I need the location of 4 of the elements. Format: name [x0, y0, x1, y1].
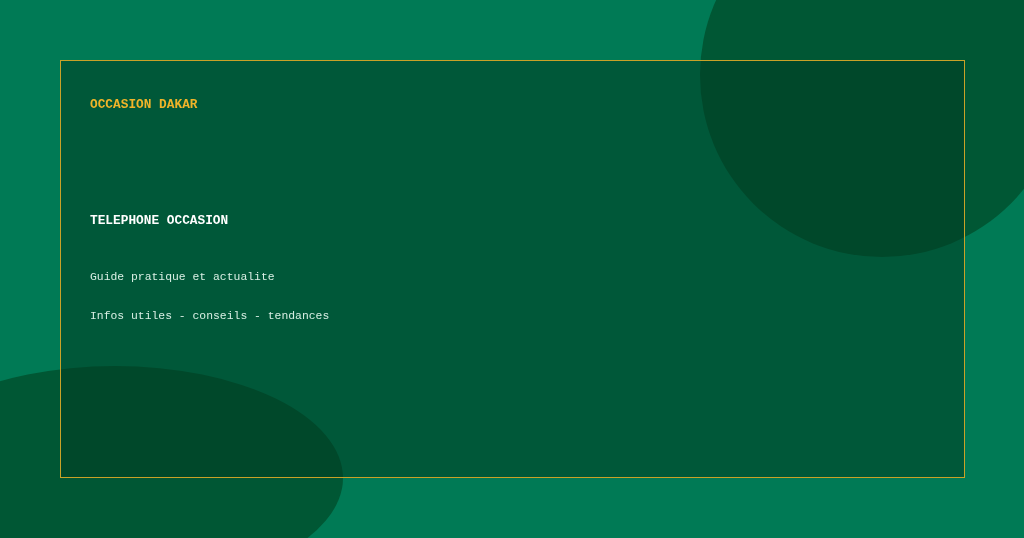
- subtitle: Guide pratique et actualite: [90, 270, 276, 285]
- brand-name: OCCASION DAKAR: [90, 97, 199, 113]
- headline: TELEPHONE OCCASION: [90, 213, 230, 229]
- subtitle: Infos utiles - conseils - tendances: [90, 309, 331, 324]
